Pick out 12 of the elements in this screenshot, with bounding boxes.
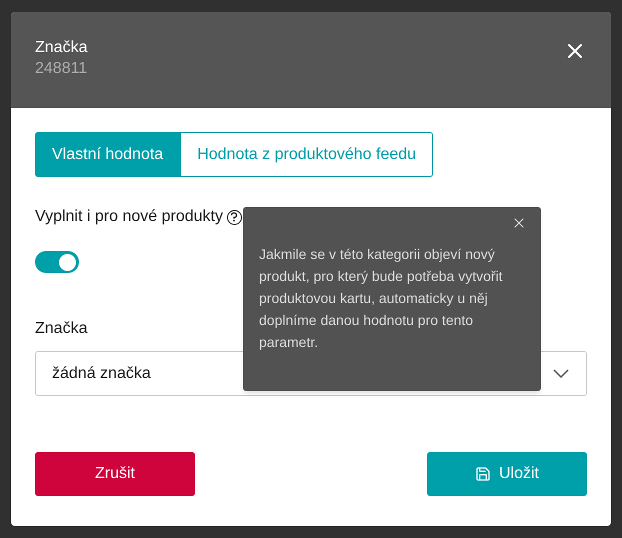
help-icon[interactable] (226, 210, 242, 224)
field-label: Značka (35, 320, 88, 337)
save-button[interactable]: Uložit (427, 452, 587, 496)
cancel-button[interactable]: Zrušit (35, 452, 195, 496)
toggle-switch[interactable] (35, 251, 79, 273)
field-label: Vyplnit i pro nové produkty (35, 207, 223, 227)
dialog-title: Značka (35, 38, 88, 58)
chevron-icon (553, 369, 569, 378)
dialog-subtitle: 248811 (35, 59, 88, 79)
tab[interactable]: Hodnota z produktového feedu (180, 132, 434, 177)
tab[interactable]: Vlastní hodnota (35, 132, 180, 177)
tooltip-text: Jakmile se v této kategorii objeví nový produkt, pro který bude potřeba vytvořit produktovou kartu, automaticky u něj doplníme danou hodnotu pro tento parametr. (259, 245, 504, 352)
